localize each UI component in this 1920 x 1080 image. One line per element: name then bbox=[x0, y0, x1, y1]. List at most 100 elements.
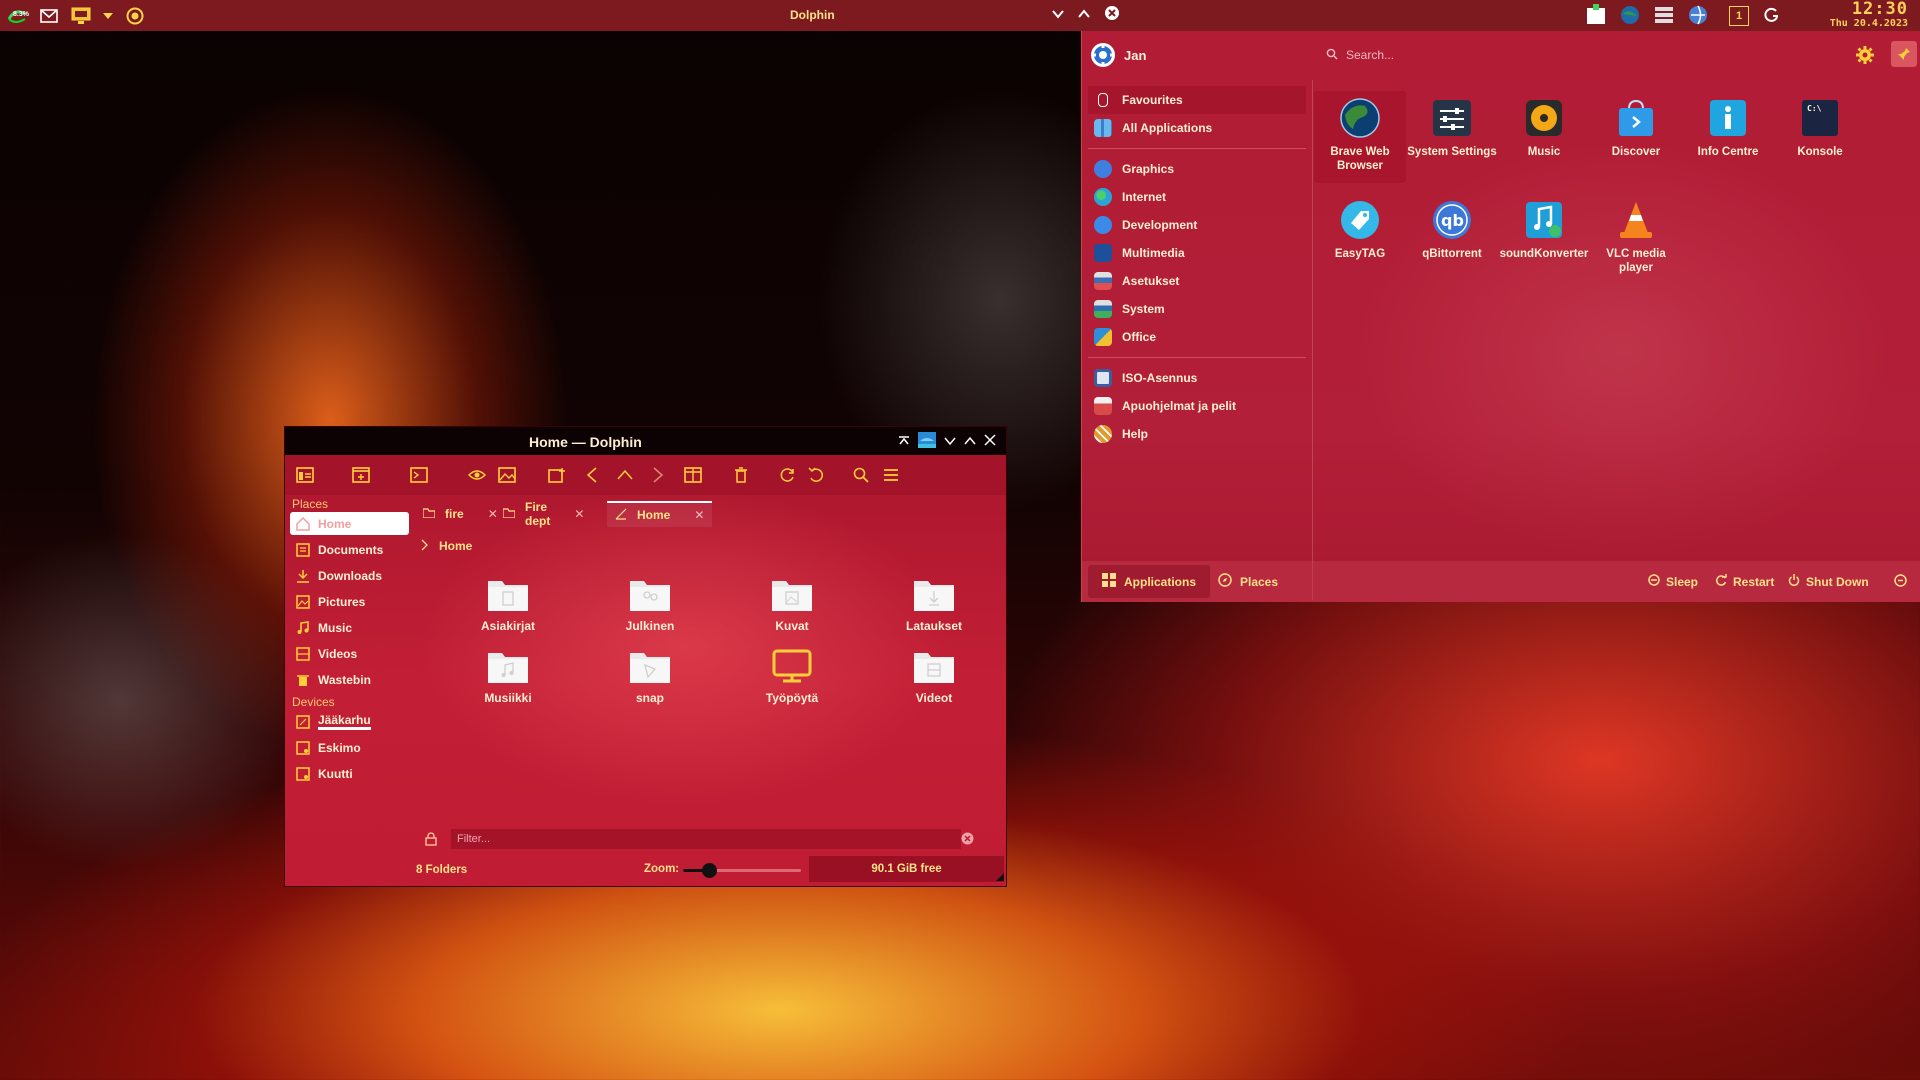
back-icon[interactable] bbox=[582, 465, 602, 485]
device-eskimo[interactable]: Eskimo bbox=[290, 736, 409, 759]
zoom-slider[interactable] bbox=[683, 863, 801, 878]
network-icon[interactable] bbox=[1687, 4, 1709, 29]
place-pictures[interactable]: Pictures bbox=[290, 590, 409, 613]
more-options-icon[interactable] bbox=[1894, 574, 1907, 587]
tab-fire-dept[interactable]: Fire dept ✕ bbox=[495, 500, 592, 528]
search-input[interactable] bbox=[1346, 48, 1846, 62]
gear-icon[interactable] bbox=[1855, 45, 1875, 65]
undo-icon[interactable] bbox=[806, 465, 826, 485]
category-all-applications[interactable]: All Applications bbox=[1082, 114, 1312, 142]
clock[interactable]: 12:30 Thu 20.4.2023 bbox=[1830, 1, 1908, 30]
shutdown-button[interactable]: Shut Down bbox=[1788, 574, 1869, 589]
close-icon[interactable] bbox=[1104, 5, 1120, 24]
brave-globe-icon[interactable] bbox=[1619, 4, 1641, 29]
update-icon[interactable] bbox=[1761, 5, 1781, 28]
close-tab-icon[interactable]: ✕ bbox=[574, 507, 584, 521]
place-home[interactable]: Home bbox=[290, 512, 409, 535]
category-graphics[interactable]: Graphics bbox=[1082, 155, 1312, 183]
category-iso-asennus[interactable]: ISO-Asennus bbox=[1082, 364, 1312, 392]
place-documents[interactable]: Documents bbox=[290, 538, 409, 561]
app-soundkonverter[interactable]: soundKonverter bbox=[1498, 193, 1590, 285]
free-space[interactable]: 90.1 GiB free bbox=[809, 856, 1004, 882]
storage-icon[interactable] bbox=[1653, 4, 1675, 29]
place-downloads[interactable]: Downloads bbox=[290, 564, 409, 587]
cpu-monitor-icon[interactable]: 8.3% bbox=[6, 5, 29, 27]
category-system[interactable]: System bbox=[1082, 295, 1312, 323]
app-vlc[interactable]: VLC media player bbox=[1590, 193, 1682, 285]
folder-item[interactable]: Asiakirjat bbox=[437, 575, 579, 633]
pin-icon[interactable] bbox=[1891, 41, 1917, 67]
dolphin-app-icon[interactable] bbox=[918, 432, 936, 451]
category-multimedia[interactable]: Multimedia bbox=[1082, 239, 1312, 267]
clear-filter-icon[interactable] bbox=[961, 832, 974, 848]
tab-places[interactable]: Places bbox=[1204, 565, 1292, 598]
forward-icon[interactable] bbox=[648, 465, 668, 485]
zoom-slider-handle[interactable] bbox=[702, 863, 717, 878]
split-view-icon[interactable] bbox=[683, 465, 703, 485]
terminal-icon[interactable] bbox=[409, 465, 429, 485]
app-music[interactable]: Music bbox=[1498, 91, 1590, 183]
minimize-icon[interactable] bbox=[944, 435, 956, 449]
reload-icon[interactable] bbox=[777, 465, 797, 485]
image-icon[interactable] bbox=[497, 465, 517, 485]
app-konsole[interactable]: C:\ Konsole bbox=[1774, 91, 1866, 183]
app-info-centre[interactable]: Info Centre bbox=[1682, 91, 1774, 183]
folder-item[interactable]: Julkinen bbox=[579, 575, 721, 633]
up-icon[interactable] bbox=[615, 465, 635, 485]
place-videos[interactable]: Videos bbox=[290, 642, 409, 665]
workspace-indicator[interactable]: 1 bbox=[1729, 6, 1749, 26]
category-help[interactable]: Help bbox=[1082, 420, 1312, 448]
place-music[interactable]: Music bbox=[290, 616, 409, 639]
folder-item[interactable]: snap bbox=[579, 647, 721, 705]
app-brave[interactable]: Brave Web Browser bbox=[1314, 91, 1406, 183]
restart-button[interactable]: Restart bbox=[1715, 574, 1774, 589]
device-jaakarhu[interactable]: Jääkarhu bbox=[290, 710, 409, 733]
category-internet[interactable]: Internet bbox=[1082, 183, 1312, 211]
place-wastebin[interactable]: Wastebin bbox=[290, 668, 409, 691]
app-discover[interactable]: Discover bbox=[1590, 91, 1682, 183]
close-tab-icon[interactable]: ✕ bbox=[694, 508, 704, 522]
active-window-title[interactable]: Dolphin bbox=[790, 8, 835, 22]
search-icon[interactable] bbox=[851, 465, 871, 485]
trash-icon[interactable] bbox=[731, 465, 751, 485]
maximize-icon[interactable] bbox=[1078, 8, 1090, 22]
category-development[interactable]: Development bbox=[1082, 211, 1312, 239]
close-icon[interactable] bbox=[984, 434, 996, 449]
notes-icon[interactable] bbox=[1585, 3, 1607, 29]
chevron-right-icon[interactable] bbox=[421, 539, 429, 554]
resize-grip-icon[interactable] bbox=[996, 870, 1004, 884]
app-qbittorrent[interactable]: qb qBittorrent bbox=[1406, 193, 1498, 285]
app-easytag[interactable]: EasyTAG bbox=[1314, 193, 1406, 285]
minimize-icon[interactable] bbox=[1052, 8, 1064, 22]
category-apuohjelmat-ja-pelit[interactable]: Apuohjelmat ja pelit bbox=[1082, 392, 1312, 420]
new-window-icon[interactable] bbox=[351, 465, 371, 485]
category-office[interactable]: Office bbox=[1082, 323, 1312, 351]
keep-above-icon[interactable] bbox=[898, 434, 910, 449]
new-tab-icon[interactable] bbox=[547, 465, 567, 485]
maximize-icon[interactable] bbox=[964, 435, 976, 449]
panels-icon[interactable] bbox=[295, 465, 315, 485]
tab-applications[interactable]: Applications bbox=[1088, 565, 1211, 598]
app-system-settings[interactable]: System Settings bbox=[1406, 91, 1498, 183]
folder-item[interactable]: Työpöytä bbox=[721, 647, 863, 705]
record-icon[interactable] bbox=[124, 5, 146, 27]
hamburger-menu-icon[interactable] bbox=[881, 465, 901, 485]
category-favourites[interactable]: Favourites bbox=[1088, 86, 1306, 114]
category-asetukset[interactable]: Asetukset bbox=[1082, 267, 1312, 295]
sleep-button[interactable]: Sleep bbox=[1648, 574, 1698, 589]
monitor-icon[interactable] bbox=[70, 5, 92, 27]
filter-input[interactable] bbox=[451, 829, 961, 849]
mail-icon[interactable] bbox=[38, 5, 60, 27]
lock-icon[interactable] bbox=[425, 832, 437, 849]
tab-fire[interactable]: fire ✕ bbox=[415, 501, 506, 527]
folder-item[interactable]: Musiikki bbox=[437, 647, 579, 705]
folder-item[interactable]: Videot bbox=[863, 647, 1005, 705]
dropdown-arrow-icon[interactable] bbox=[102, 5, 114, 27]
folder-item[interactable]: Lataukset bbox=[863, 575, 1005, 633]
tab-home[interactable]: Home ✕ bbox=[607, 501, 713, 527]
device-kuutti[interactable]: Kuutti bbox=[290, 762, 409, 785]
preview-icon[interactable] bbox=[467, 465, 487, 485]
folder-item[interactable]: Kuvat bbox=[721, 575, 863, 633]
breadcrumb-home[interactable]: Home bbox=[439, 539, 472, 554]
window-titlebar[interactable]: Home — Dolphin bbox=[285, 427, 1006, 455]
